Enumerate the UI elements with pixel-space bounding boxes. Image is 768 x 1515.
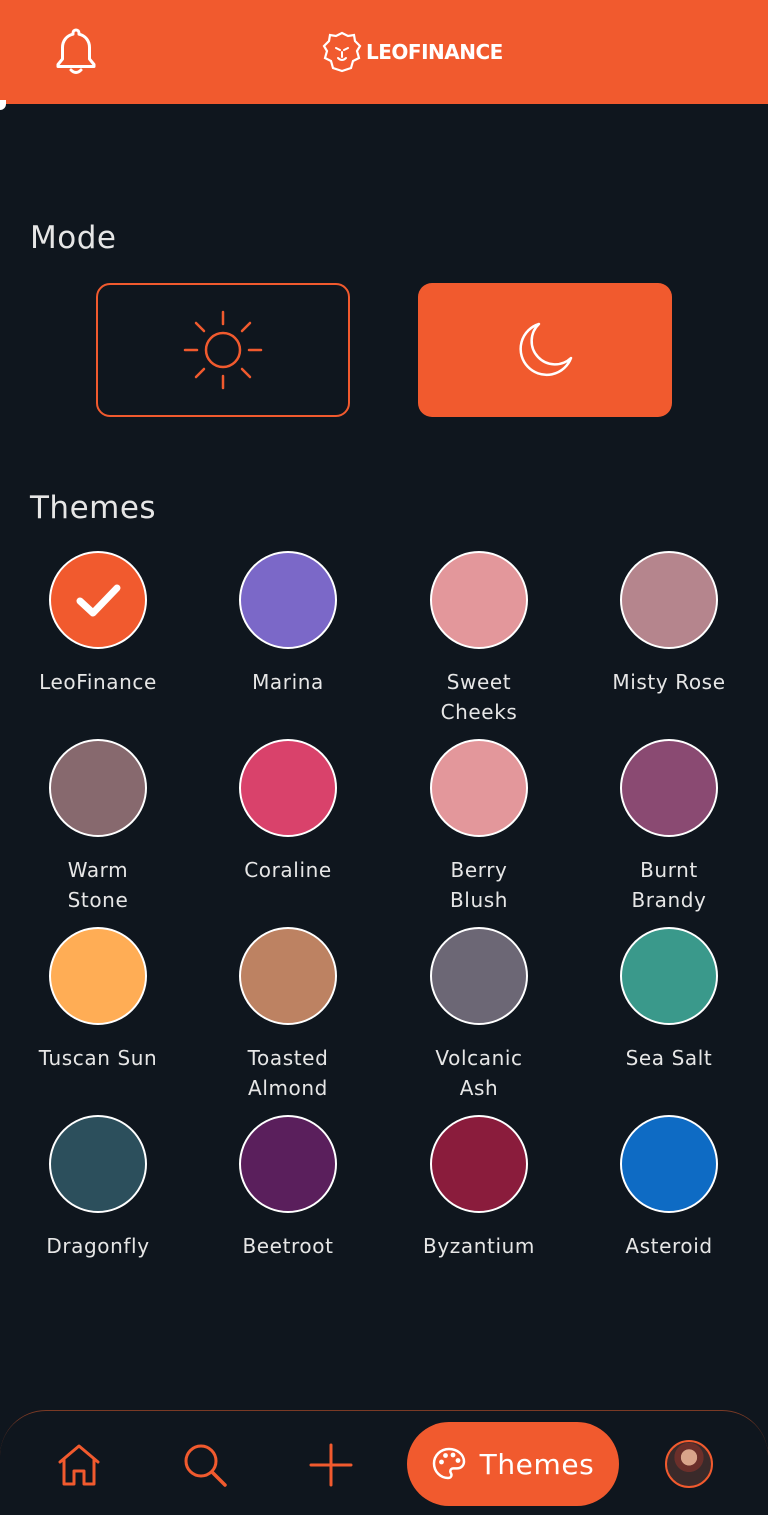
theme-marina[interactable]: Marina (198, 551, 378, 697)
theme-sea-salt[interactable]: Sea Salt (579, 927, 759, 1073)
theme-swatch (620, 739, 718, 837)
theme-swatch (49, 1115, 147, 1213)
theme-leofinance[interactable]: LeoFinance (8, 551, 188, 697)
theme-swatch (620, 927, 718, 1025)
theme-swatch (620, 551, 718, 649)
theme-label: Toasted Almond (247, 1046, 329, 1100)
theme-asteroid[interactable]: Asteroid (579, 1115, 759, 1261)
avatar[interactable] (665, 1440, 713, 1488)
theme-label: Coraline (244, 858, 332, 882)
themes-nav-button[interactable]: Themes (407, 1422, 619, 1506)
sun-icon (183, 310, 263, 390)
theme-label: Beetroot (242, 1234, 334, 1258)
theme-swatch (239, 1115, 337, 1213)
theme-swatch (239, 551, 337, 649)
moon-icon (519, 322, 573, 377)
search-icon[interactable] (182, 1442, 228, 1488)
theme-label: Tuscan Sun (38, 1046, 158, 1070)
theme-label: Asteroid (625, 1234, 713, 1258)
theme-burnt-brandy[interactable]: Burnt Brandy (579, 739, 759, 915)
theme-label: Burnt Brandy (631, 858, 707, 912)
edge-handle (0, 100, 6, 110)
home-icon[interactable] (56, 1442, 102, 1488)
theme-swatch (49, 739, 147, 837)
theme-swatch (430, 927, 528, 1025)
theme-swatch (430, 1115, 528, 1213)
theme-label: Byzantium (423, 1234, 535, 1258)
mode-title: Mode (30, 220, 117, 256)
brand-logo[interactable]: LEOFINANCE (322, 30, 503, 74)
palette-icon (432, 1447, 465, 1480)
theme-swatch (239, 739, 337, 837)
theme-label: LeoFinance (39, 670, 157, 694)
theme-warm-stone[interactable]: Warm Stone (8, 739, 188, 915)
theme-tuscan-sun[interactable]: Tuscan Sun (8, 927, 188, 1073)
theme-swatch (49, 551, 147, 649)
theme-swatch (430, 551, 528, 649)
theme-swatch (430, 739, 528, 837)
themes-nav-label: Themes (479, 1447, 595, 1481)
theme-label: Berry Blush (449, 858, 509, 912)
lion-logo-icon (322, 31, 362, 73)
bottom-navigation (0, 1410, 768, 1515)
theme-dragonfly[interactable]: Dragonfly (8, 1115, 188, 1261)
theme-toasted-almond[interactable]: Toasted Almond (198, 927, 378, 1103)
theme-swatch (620, 1115, 718, 1213)
top-header: LEOFINANCE (0, 0, 768, 104)
theme-sweet-cheeks[interactable]: Sweet Cheeks (389, 551, 569, 727)
theme-label: Marina (252, 670, 324, 694)
theme-volcanic-ash[interactable]: Volcanic Ash (389, 927, 569, 1103)
theme-byzantium[interactable]: Byzantium (389, 1115, 569, 1261)
theme-label: Sweet Cheeks (440, 670, 518, 724)
dark-mode-button[interactable] (418, 283, 672, 417)
themes-title: Themes (30, 490, 157, 526)
brand-name: LEOFINANCE (366, 40, 503, 64)
theme-swatch (239, 927, 337, 1025)
theme-label: Sea Salt (625, 1046, 713, 1070)
theme-beetroot[interactable]: Beetroot (198, 1115, 378, 1261)
theme-misty-rose[interactable]: Misty Rose (579, 551, 759, 697)
theme-berry-blush[interactable]: Berry Blush (389, 739, 569, 915)
theme-coraline[interactable]: Coraline (198, 739, 378, 885)
theme-swatch (49, 927, 147, 1025)
bell-icon[interactable] (52, 26, 100, 78)
light-mode-button[interactable] (96, 283, 350, 417)
theme-label: Misty Rose (612, 670, 726, 694)
plus-icon[interactable] (308, 1442, 354, 1488)
theme-label: Volcanic Ash (435, 1046, 523, 1100)
checkmark-icon (76, 584, 121, 617)
theme-label: Warm Stone (67, 858, 129, 912)
theme-label: Dragonfly (46, 1234, 150, 1258)
